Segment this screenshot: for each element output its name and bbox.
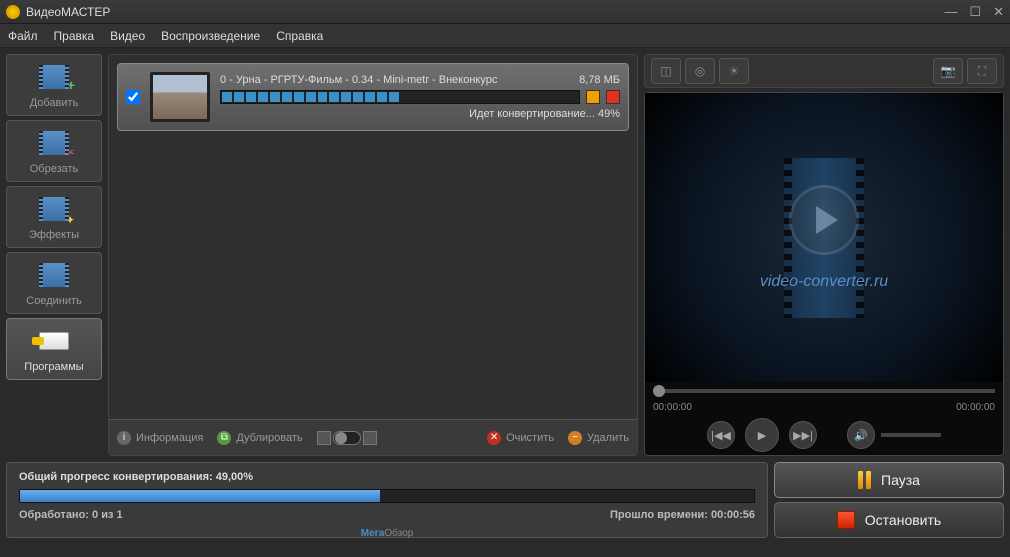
file-item[interactable]: 0 - Урна - РГРТУ-Фильм - 0.34 - Mini-met… bbox=[117, 63, 629, 131]
delete-icon: − bbox=[568, 431, 582, 445]
minimize-button[interactable]: — bbox=[944, 4, 957, 20]
sidebar-effects[interactable]: ✦ Эффекты bbox=[6, 186, 102, 248]
next-button[interactable]: ▶▶| bbox=[789, 421, 817, 449]
pause-icon bbox=[858, 471, 871, 489]
view-toggle[interactable] bbox=[317, 431, 377, 445]
app-logo-icon bbox=[6, 5, 20, 19]
file-thumbnail bbox=[150, 72, 210, 122]
brightness-tool[interactable]: ☀ bbox=[719, 58, 749, 84]
center-toolbar: iИнформация ⧉Дублировать ✕Очистить −Удал… bbox=[109, 419, 637, 455]
delete-button[interactable]: −Удалить bbox=[568, 431, 629, 445]
view-list-icon bbox=[317, 431, 331, 445]
elapsed-label: Прошло времени: 00:00:56 bbox=[610, 509, 755, 521]
rotate-tool[interactable]: ◎ bbox=[685, 58, 715, 84]
duplicate-icon: ⧉ bbox=[217, 431, 231, 445]
film-strip-icon bbox=[784, 158, 864, 318]
key-icon bbox=[39, 332, 69, 350]
watermark: video-converter.ru bbox=[760, 273, 888, 291]
progress-label: Общий прогресс конвертирования: 49,00% bbox=[19, 471, 755, 483]
file-list: 0 - Урна - РГРТУ-Фильм - 0.34 - Mini-met… bbox=[109, 55, 637, 419]
file-pause-button[interactable] bbox=[586, 90, 600, 104]
action-panel: Пауза Остановить bbox=[774, 462, 1004, 538]
sidebar-effects-label: Эффекты bbox=[29, 229, 79, 241]
processed-label: Обработано: 0 из 1 bbox=[19, 509, 123, 521]
video-canvas[interactable]: video-converter.ru bbox=[645, 93, 1003, 382]
sidebar-programs[interactable]: Программы bbox=[6, 318, 102, 380]
view-grid-icon bbox=[363, 431, 377, 445]
volume-slider[interactable] bbox=[881, 433, 941, 437]
file-stop-button[interactable] bbox=[606, 90, 620, 104]
time-total: 00:00:00 bbox=[956, 402, 995, 413]
volume-button[interactable]: 🔊 bbox=[847, 421, 875, 449]
file-progress bbox=[220, 90, 580, 104]
sidebar-join-label: Соединить bbox=[26, 295, 82, 307]
video-area: video-converter.ru 00:00:00 00:00:00 |◀◀… bbox=[644, 92, 1004, 456]
brand-overlay: МегаОбзор bbox=[361, 528, 414, 539]
file-name: 0 - Урна - РГРТУ-Фильм - 0.34 - Mini-met… bbox=[220, 74, 497, 86]
snapshot-tool[interactable]: 📷 bbox=[933, 58, 963, 84]
menubar: Файл Правка Видео Воспроизведение Справк… bbox=[0, 24, 1010, 48]
sidebar-add-label: Добавить bbox=[30, 97, 79, 109]
menu-edit[interactable]: Правка bbox=[54, 29, 95, 43]
player-controls: |◀◀ ▶ ▶▶| 🔊 bbox=[645, 415, 1003, 455]
sidebar-cut[interactable]: ✂ Обрезать bbox=[6, 120, 102, 182]
file-status: Идет конвертирование... 49% bbox=[220, 108, 620, 120]
info-button[interactable]: iИнформация bbox=[117, 431, 203, 445]
overall-progress bbox=[19, 489, 755, 503]
film-add-icon: + bbox=[39, 65, 69, 89]
app-title: ВидеоМАСТЕР bbox=[26, 5, 944, 19]
film-effects-icon: ✦ bbox=[39, 197, 69, 221]
sidebar: + Добавить ✂ Обрезать ✦ Эффекты Соединит… bbox=[6, 54, 102, 456]
sidebar-join[interactable]: Соединить bbox=[6, 252, 102, 314]
seek-bar[interactable] bbox=[645, 382, 1003, 400]
play-button[interactable]: ▶ bbox=[745, 418, 779, 452]
duplicate-button[interactable]: ⧉Дублировать bbox=[217, 431, 302, 445]
pause-button[interactable]: Пауза bbox=[774, 462, 1004, 498]
menu-playback[interactable]: Воспроизведение bbox=[161, 29, 260, 43]
crop-tool[interactable]: ◫ bbox=[651, 58, 681, 84]
maximize-button[interactable]: ☐ bbox=[969, 4, 981, 20]
film-join-icon bbox=[39, 263, 69, 287]
menu-help[interactable]: Справка bbox=[276, 29, 323, 43]
stop-button[interactable]: Остановить bbox=[774, 502, 1004, 538]
menu-file[interactable]: Файл bbox=[8, 29, 38, 43]
sidebar-add[interactable]: + Добавить bbox=[6, 54, 102, 116]
view-switch[interactable] bbox=[333, 431, 361, 445]
film-cut-icon: ✂ bbox=[39, 131, 69, 155]
prev-button[interactable]: |◀◀ bbox=[707, 421, 735, 449]
file-size: 8,78 МБ bbox=[579, 74, 620, 86]
titlebar: ВидеоМАСТЕР — ☐ ✕ bbox=[0, 0, 1010, 24]
progress-panel: Общий прогресс конвертирования: 49,00% О… bbox=[6, 462, 768, 538]
preview-panel: ◫ ◎ ☀ 📷 ⛶ video-converter.ru 00:00:00 00… bbox=[644, 54, 1004, 456]
sidebar-cut-label: Обрезать bbox=[30, 163, 79, 175]
fullscreen-tool[interactable]: ⛶ bbox=[967, 58, 997, 84]
file-checkbox[interactable] bbox=[126, 90, 140, 104]
clear-icon: ✕ bbox=[487, 431, 501, 445]
sidebar-programs-label: Программы bbox=[24, 361, 83, 373]
clear-button[interactable]: ✕Очистить bbox=[487, 431, 554, 445]
menu-video[interactable]: Видео bbox=[110, 29, 145, 43]
info-icon: i bbox=[117, 431, 131, 445]
preview-tools: ◫ ◎ ☀ 📷 ⛶ bbox=[644, 54, 1004, 88]
close-button[interactable]: ✕ bbox=[993, 4, 1004, 20]
time-current: 00:00:00 bbox=[653, 402, 692, 413]
stop-icon bbox=[837, 511, 855, 529]
file-panel: 0 - Урна - РГРТУ-Фильм - 0.34 - Mini-met… bbox=[108, 54, 638, 456]
